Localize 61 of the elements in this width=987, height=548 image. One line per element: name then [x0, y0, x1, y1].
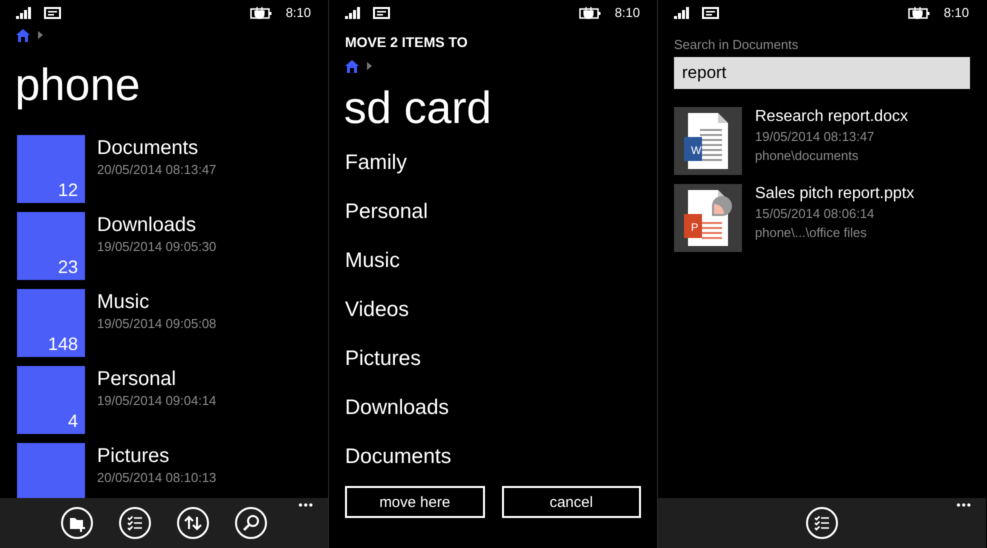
item-count: 23	[58, 257, 79, 279]
more-button[interactable]: •••	[298, 498, 314, 512]
home-icon[interactable]	[16, 28, 30, 42]
folder-item[interactable]: Personal	[345, 199, 657, 225]
folder-tile[interactable]: 4	[17, 366, 85, 434]
modified-date: 15/05/2014 08:06:14	[755, 205, 876, 223]
home-icon[interactable]	[345, 60, 359, 72]
message-icon	[44, 6, 61, 18]
folder-item[interactable]: Music	[345, 248, 657, 274]
file-path: phone\documents	[755, 147, 860, 165]
presentation-document-icon: P	[674, 184, 742, 252]
move-here-button[interactable]: move here	[345, 486, 484, 518]
folder-item[interactable]: Family	[345, 150, 657, 176]
more-button[interactable]: •••	[956, 498, 972, 512]
folder-tile[interactable]: 148	[17, 289, 85, 357]
item-count: 12	[58, 180, 79, 202]
modified-date: 20/05/2014 08:10:13	[97, 469, 216, 487]
chevron-icon	[38, 31, 43, 39]
battery-charging-icon	[250, 6, 272, 18]
message-icon	[373, 6, 390, 18]
file-name[interactable]: Sales pitch report.pptx	[755, 184, 914, 204]
modified-date: 19/05/2014 08:13:47	[755, 128, 876, 146]
new-folder-icon[interactable]	[61, 507, 93, 539]
battery-charging-icon	[908, 6, 930, 18]
dialog-heading: MOVE 2 ITEMS TO	[344, 33, 469, 52]
cancel-button[interactable]: cancel	[502, 486, 641, 518]
file-name[interactable]: Research report.docx	[755, 107, 908, 127]
folder-tile[interactable]: 23	[17, 212, 85, 280]
folder-name[interactable]: Music	[97, 289, 216, 315]
folder-item[interactable]: Videos	[345, 297, 657, 323]
modified-date: 20/05/2014 08:13:47	[97, 161, 216, 179]
file-path: phone\...\office files	[755, 224, 868, 242]
search-field[interactable]: report	[674, 57, 970, 89]
folder-name[interactable]: Personal	[97, 366, 216, 392]
clock-time: 8:10	[614, 5, 640, 20]
page-title: sd card	[343, 81, 493, 135]
search-icon[interactable]	[235, 507, 267, 539]
message-icon	[702, 6, 719, 18]
chevron-icon	[367, 62, 372, 70]
folder-item[interactable]: Downloads	[345, 395, 657, 421]
modified-date: 19/05/2014 09:05:30	[97, 238, 216, 256]
page-title: phone	[14, 58, 142, 112]
folder-name[interactable]: Pictures	[97, 443, 216, 469]
item-count: 4	[68, 411, 79, 433]
folder-tile[interactable]	[17, 443, 85, 498]
search-label: Search in Documents	[673, 36, 800, 54]
sort-icon[interactable]	[177, 507, 209, 539]
folder-item[interactable]: Pictures	[345, 346, 657, 372]
checklist-icon[interactable]	[806, 507, 838, 539]
folder-item[interactable]: Documents	[345, 444, 657, 470]
battery-charging-icon	[578, 6, 601, 18]
clock-time: 8:10	[944, 5, 969, 20]
modified-date: 19/05/2014 09:05:08	[97, 315, 216, 333]
item-count: 148	[48, 334, 79, 356]
folder-name[interactable]: Documents	[97, 135, 216, 161]
folder-tile[interactable]: 12	[17, 135, 85, 203]
checklist-icon[interactable]	[119, 507, 151, 539]
modified-date: 19/05/2014 09:04:14	[97, 392, 216, 410]
clock-time: 8:10	[286, 5, 311, 20]
word-document-icon: W	[674, 107, 742, 175]
folder-name[interactable]: Downloads	[97, 212, 216, 238]
